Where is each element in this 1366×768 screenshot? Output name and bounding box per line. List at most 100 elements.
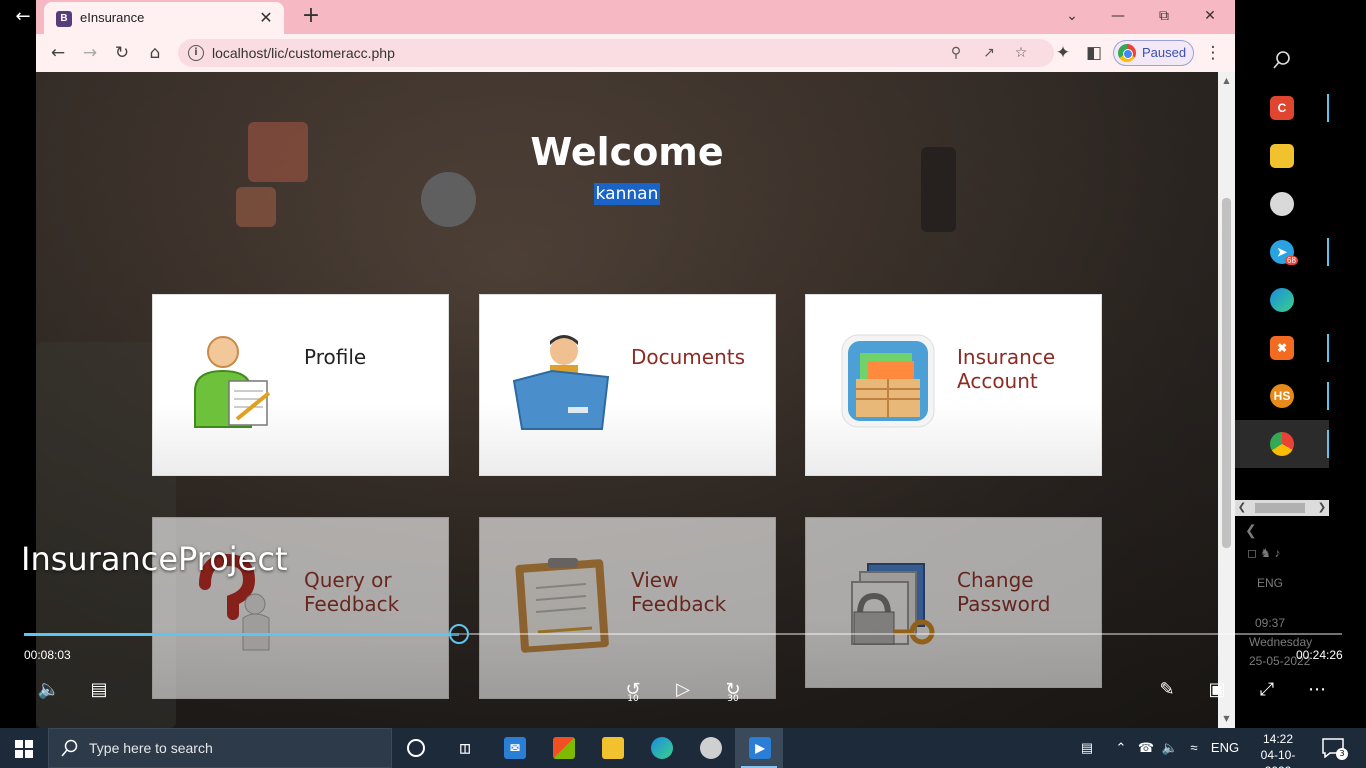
chrome-profile-icon [1118, 44, 1136, 62]
page-scrollbar-thumb[interactable] [1222, 198, 1231, 548]
side-horizontal-scrollbar[interactable]: ❮ ❯ [1235, 500, 1329, 516]
mini-player-icon[interactable]: ▣ [1202, 676, 1232, 704]
video-player-app[interactable]: ▶ [735, 728, 783, 768]
windows-taskbar: Type here to search ◫ ✉ ▶ ▤ ⌃ ☎ 🔈 ≈ ENG … [0, 728, 1366, 768]
player-back-icon[interactable]: ← [10, 4, 36, 30]
minimize-icon[interactable]: — [1098, 4, 1138, 28]
file-explorer-icon [1270, 144, 1294, 168]
scroll-right-icon[interactable]: ❯ [1315, 500, 1329, 516]
task-view-button[interactable]: ◫ [440, 728, 488, 768]
share-icon[interactable]: ↗ [979, 43, 999, 63]
language-indicator[interactable]: ENG [1208, 728, 1242, 768]
file-explorer-app[interactable] [588, 728, 636, 768]
taskbar-clock[interactable]: 14:22 04-10-2022 [1248, 731, 1308, 768]
active-indicator [1327, 334, 1329, 362]
home-icon[interactable]: ⌂ [142, 41, 168, 65]
side-app-5[interactable] [1235, 276, 1329, 324]
documents-folder-icon [512, 335, 610, 430]
side-app-3[interactable] [1235, 180, 1329, 228]
tray-mini-icons: ◻ ♞ ♪ [1247, 546, 1281, 560]
search-placeholder: Type here to search [89, 740, 213, 756]
active-indicator [1327, 430, 1329, 458]
scroll-left-icon[interactable]: ❮ [1235, 500, 1249, 516]
tab-search-chevron-icon[interactable]: ⌄ [1052, 4, 1092, 28]
side-app-6[interactable]: ✖ [1235, 324, 1329, 372]
browser-window: B eInsurance ✕ + ⌄ — ⧉ ✕ ← → ↻ ⌂ i local… [36, 0, 1235, 728]
total-time: 00:24:26 [1296, 648, 1343, 662]
play-icon[interactable]: ▷ [668, 676, 698, 704]
seek-bar[interactable] [24, 624, 1342, 644]
side-app-7[interactable]: HS [1235, 372, 1329, 420]
forward-icon[interactable]: → [77, 41, 103, 65]
page-scrollbar[interactable]: ▲ ▼ [1218, 72, 1235, 728]
side-app-1[interactable]: C [1235, 84, 1329, 132]
news-widget-icon[interactable]: ▤ [1072, 728, 1102, 768]
more-options-icon[interactable]: ⋯ [1302, 676, 1332, 704]
show-hidden-icons[interactable]: ⌃ [1110, 728, 1132, 768]
side-app-2[interactable] [1235, 132, 1329, 180]
url-text[interactable]: localhost/lic/customeracc.php [212, 45, 395, 61]
movies-tv-icon: ▶ [749, 737, 771, 759]
store-app[interactable] [539, 728, 587, 768]
mail-app[interactable]: ✉ [490, 728, 538, 768]
key-icon[interactable]: ⚲ [946, 43, 966, 63]
side-search[interactable] [1235, 36, 1329, 84]
fast-forward-icon[interactable]: ↻ 30 [718, 676, 748, 704]
side-app-4[interactable]: ➤ 68 [1235, 228, 1329, 276]
edit-pen-icon[interactable]: ✎ [1152, 676, 1182, 704]
card-change-password[interactable]: Change Password [805, 517, 1102, 688]
active-indicator [1327, 382, 1329, 410]
chevron-left-icon[interactable]: ❮ [1245, 522, 1257, 539]
restore-icon[interactable]: ⧉ [1144, 4, 1184, 28]
side-lang: ENG [1257, 576, 1284, 590]
new-tab-icon[interactable]: + [298, 4, 324, 30]
card-profile-label: Profile [304, 345, 367, 369]
back-icon[interactable]: ← [45, 41, 71, 65]
seek-bar-progress [24, 633, 459, 636]
paint-app[interactable] [686, 728, 734, 768]
speaker-icon[interactable]: 🔈 [1158, 728, 1182, 768]
reload-icon[interactable]: ↻ [109, 41, 135, 65]
close-window-icon[interactable]: ✕ [1190, 4, 1230, 28]
start-button[interactable] [0, 728, 48, 768]
rewind-icon[interactable]: ↺ 10 [618, 676, 648, 704]
chrome-menu-icon[interactable]: ⋮ [1200, 41, 1226, 65]
search-icon [1273, 51, 1290, 69]
side-app-8[interactable] [1235, 420, 1329, 468]
card-documents[interactable]: Documents [479, 294, 776, 476]
edge-app[interactable] [637, 728, 685, 768]
taskbar-search-box[interactable]: Type here to search [48, 728, 392, 768]
subtitles-icon[interactable]: ▤ [84, 676, 114, 704]
meet-now-icon[interactable]: ☎ [1134, 728, 1158, 768]
side-scrollbar-thumb[interactable] [1255, 503, 1305, 513]
cortana-button[interactable] [392, 728, 440, 768]
card-profile[interactable]: Profile [152, 294, 449, 476]
card-insurance-account[interactable]: Insurance Account [805, 294, 1102, 476]
windows-logo-icon [15, 740, 33, 758]
fullscreen-icon[interactable]: ⤢ [1252, 676, 1282, 704]
active-indicator [1327, 94, 1329, 122]
site-info-icon[interactable]: i [188, 45, 204, 61]
task-view-icon: ◫ [459, 741, 471, 755]
elapsed-time: 00:08:03 [24, 648, 71, 662]
tab-close-icon[interactable]: ✕ [256, 8, 276, 28]
chrome-icon [1270, 432, 1294, 456]
network-icon[interactable]: ≈ [1182, 728, 1206, 768]
folder-icon [602, 737, 624, 759]
address-bar[interactable]: i localhost/lic/customeracc.php ⚲ ↗ ☆ [178, 39, 1054, 67]
card-view-feedback[interactable]: View Feedback [479, 517, 776, 699]
extensions-puzzle-icon[interactable]: ✦ [1050, 41, 1076, 65]
side-time: 09:37 [1255, 616, 1286, 630]
side-panel-icon[interactable]: ◧ [1081, 41, 1107, 65]
scroll-down-icon[interactable]: ▼ [1218, 712, 1235, 726]
store-icon [553, 737, 575, 759]
volume-icon[interactable]: 🔈 [34, 676, 64, 704]
feedback-clipboard-icon [515, 558, 609, 653]
profile-status-label: Paused [1142, 45, 1187, 60]
scroll-up-icon[interactable]: ▲ [1218, 74, 1235, 88]
seek-bar-thumb[interactable] [448, 624, 469, 644]
tab-einsurance[interactable]: B eInsurance ✕ [44, 2, 284, 34]
profile-paused-button[interactable]: Paused [1113, 40, 1194, 66]
bookmark-star-icon[interactable]: ☆ [1011, 43, 1031, 63]
notification-center-button[interactable]: 3 [1318, 736, 1348, 760]
